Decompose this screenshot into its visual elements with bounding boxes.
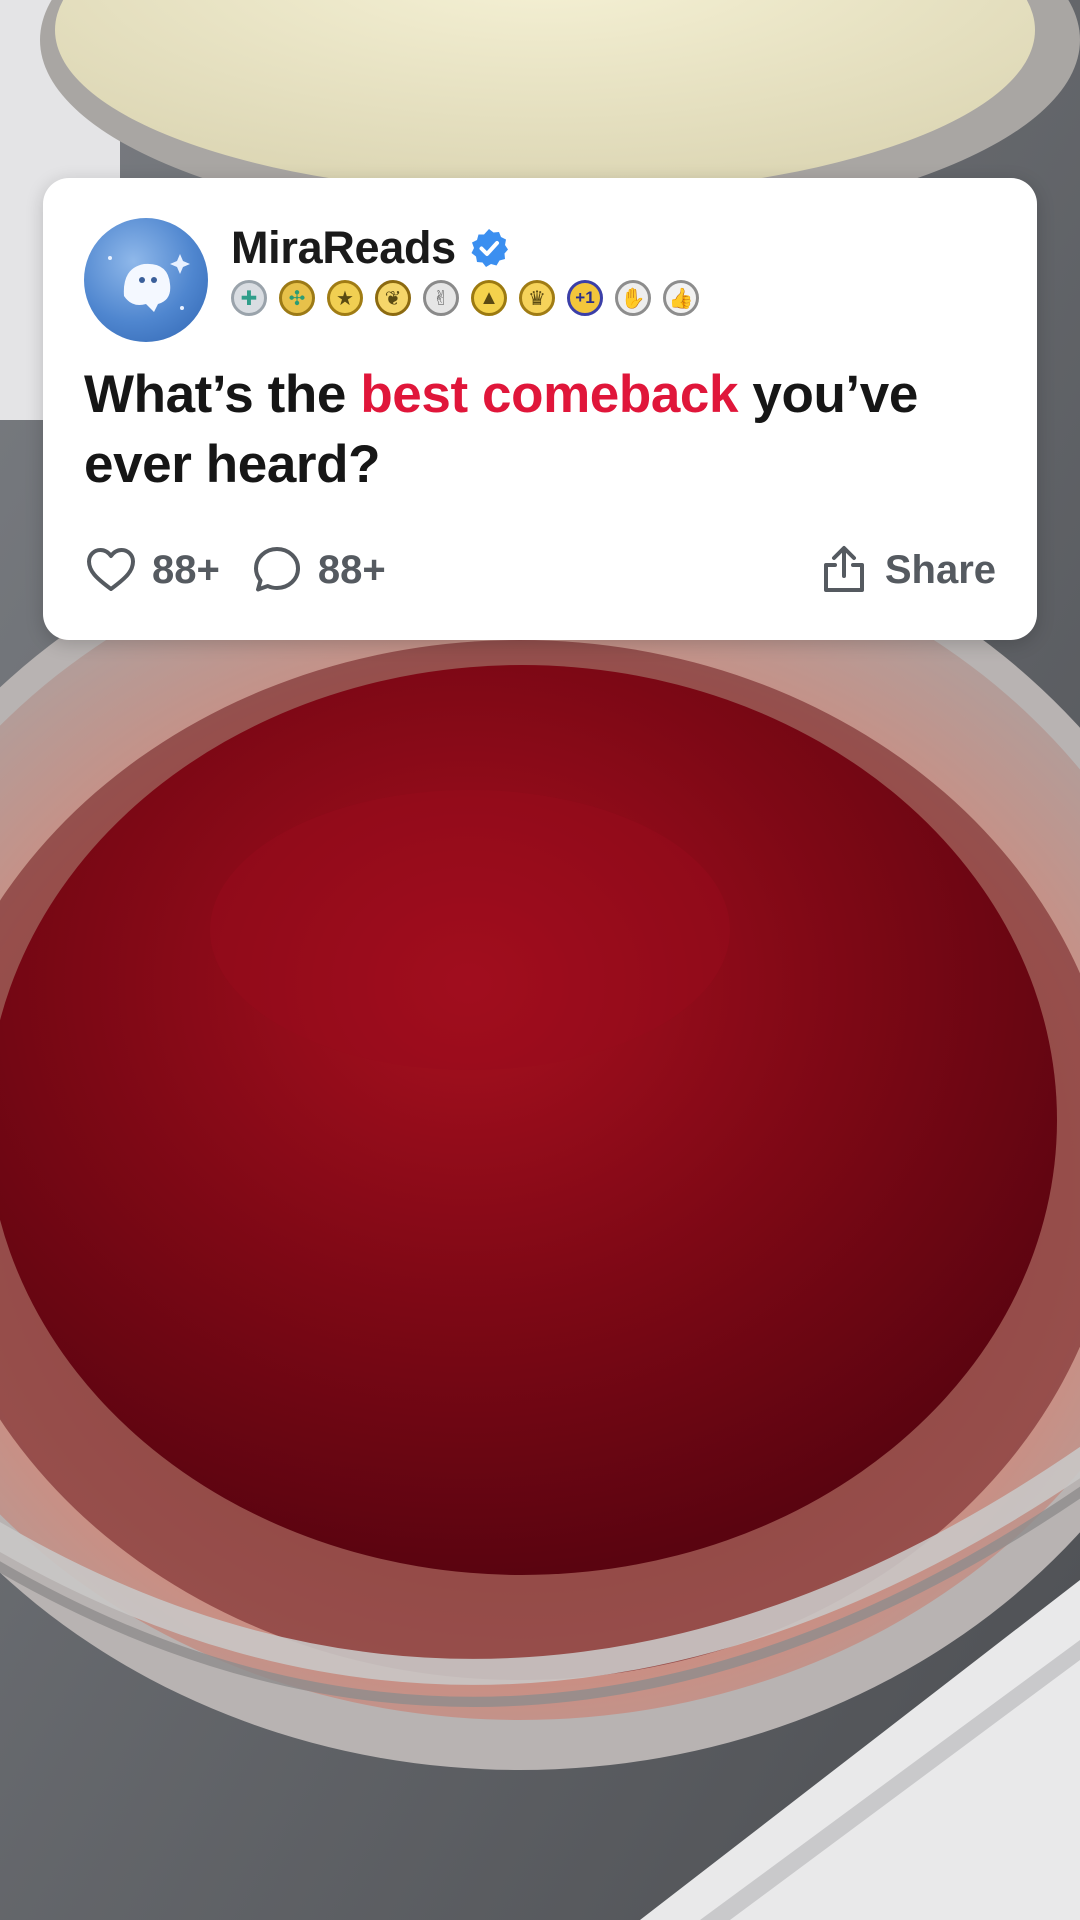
handshake-badge-icon: ✌ <box>423 280 459 316</box>
achievement-badges: ✚ ✣ ★ ❦ ✌ ▲ ♛ +1 ✋ 👍 <box>231 280 711 316</box>
medal-badge-icon: ✚ <box>231 280 267 316</box>
post-question: What’s the best comeback you’ve ever hea… <box>84 360 1014 500</box>
comment-bubble-icon <box>253 547 300 592</box>
clover-badge-icon: ✣ <box>279 280 315 316</box>
like-button[interactable]: 88+ <box>84 543 220 597</box>
comment-count: 88+ <box>317 547 386 592</box>
question-highlight: best comeback <box>360 365 739 424</box>
question-text-start: What’s the <box>84 365 361 424</box>
ghost-avatar-icon <box>108 254 190 312</box>
share-label: Share <box>884 547 996 592</box>
share-icon <box>823 546 864 592</box>
comment-button[interactable]: 88+ <box>250 543 386 597</box>
triangle-badge-icon: ▲ <box>471 280 507 316</box>
like-count: 88+ <box>152 547 220 592</box>
post-card: MiraReads ✚ ✣ ★ ❦ ✌ ▲ ♛ +1 ✋ 👍 What’s th… <box>43 178 1037 640</box>
author-row: MiraReads <box>231 220 510 276</box>
plus-one-badge-icon: +1 <box>567 280 603 316</box>
star-badge-icon: ★ <box>327 280 363 316</box>
clap-badge-icon: ✋ <box>615 280 651 316</box>
trophy-badge-icon: ♛ <box>519 280 555 316</box>
leaf-badge-icon: ❦ <box>375 280 411 316</box>
heart-icon <box>87 548 135 591</box>
share-button[interactable]: Share <box>817 540 996 600</box>
thumbs-up-badge-icon: 👍 <box>663 280 699 316</box>
engagement-actions: 88+ 88+ <box>84 540 416 600</box>
avatar[interactable] <box>84 218 208 342</box>
verified-badge-icon <box>471 229 508 267</box>
username[interactable]: MiraReads <box>231 222 456 274</box>
